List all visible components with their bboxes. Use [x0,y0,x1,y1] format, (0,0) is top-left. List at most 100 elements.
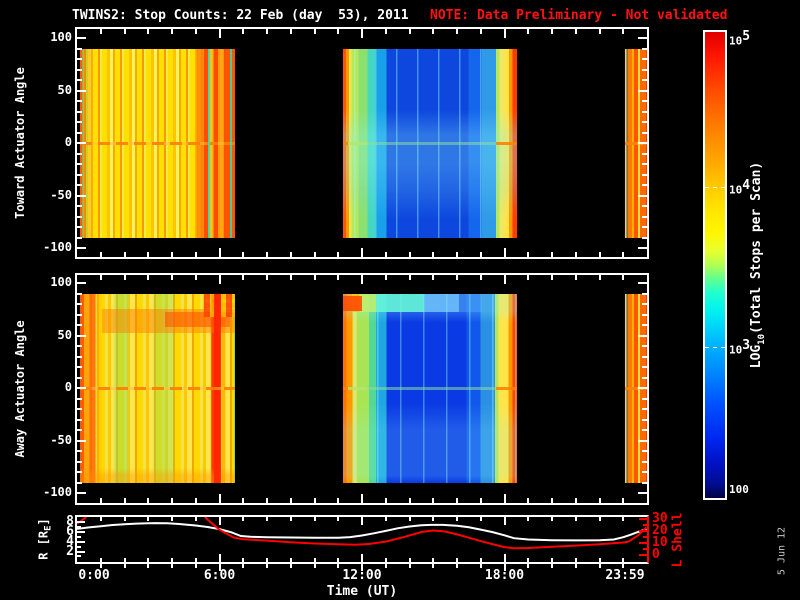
axis-tick [503,554,506,562]
axis-tick [638,282,647,284]
axis-tick [242,252,245,257]
axis-tick [551,29,553,34]
axis-tick [77,460,82,463]
axis-tick [638,492,647,494]
heatmap-segment [343,293,518,483]
axis-tick [337,517,340,521]
axis-tick [642,131,647,134]
axis-tick [642,215,647,218]
axis-tick [77,110,82,113]
axis-tick [266,564,268,568]
axis-tick [638,142,647,144]
y-tick-label: 0 [64,380,72,394]
heatmap-segment [80,48,235,238]
axis-tick [456,498,458,503]
axis-tick [503,248,506,257]
axis-tick [642,397,647,400]
axis-tick [194,252,197,257]
heatmap-feature-vline [207,48,210,238]
axis-tick [313,558,316,562]
axis-tick [77,100,82,102]
x-axis-label: Time (UT) [326,584,398,599]
axis-tick [289,275,292,280]
axis-tick [77,450,82,452]
axis-tick [77,313,82,316]
axis-tick [77,376,82,379]
axis-tick [77,530,85,533]
axis-tick [99,252,102,257]
page-title: TWINS2: Stop Counts: 22 Feb (day 53), 20… [72,8,409,23]
y-tick-label: 50 [57,82,72,97]
colorbar-tick-label: 100 [729,483,749,496]
axis-tick [147,252,150,257]
heatmap-feature-hline [343,141,518,145]
colorbar-tick-line [705,187,725,189]
axis-tick [242,517,245,521]
axis-tick [171,558,173,562]
axis-tick [574,498,577,503]
heatmap-segment [343,48,518,238]
axis-tick [503,275,506,284]
axis-tick [527,252,530,257]
axis-tick [574,517,577,521]
axis-tick [642,79,647,81]
axis-tick [123,558,126,562]
axis-tick [77,334,86,337]
axis-tick [77,471,82,473]
axis-tick [503,494,506,503]
axis-tick [432,252,435,257]
axis-tick [642,184,647,186]
axis-tick [242,498,245,503]
toward-spectrogram-panel [77,29,647,257]
axis-tick [384,558,387,562]
x-tick-label: 12:00 [342,568,382,583]
axis-tick [527,558,530,562]
axis-tick [266,498,268,503]
axis-tick [361,494,363,503]
axis-tick [289,517,292,521]
axis-tick [171,252,173,257]
heatmap-feature-hline [80,141,235,145]
axis-tick [77,481,82,484]
preliminary-note: NOTE: Data Preliminary - Not validated [430,8,728,23]
axis-tick [77,37,86,39]
axis-tick [456,29,458,34]
axis-tick [313,29,316,34]
axis-tick [194,517,197,521]
axis-tick [574,564,577,568]
axis-tick [408,29,411,34]
axis-tick [638,37,647,39]
axis-tick [642,313,647,316]
axis-tick [77,355,82,358]
r-tick-label: 2 [66,543,74,559]
axis-tick [384,517,387,521]
axis-tick [551,517,553,521]
axis-tick [289,498,292,503]
axis-tick [574,275,577,280]
axis-tick [266,517,268,521]
axis-tick [337,498,340,503]
axis-tick [574,252,577,257]
axis-tick [289,252,292,257]
axis-tick [218,517,221,525]
axis-tick [337,558,340,562]
axis-tick [77,429,82,431]
axis-tick [77,58,82,60]
axis-tick [77,152,82,155]
axis-tick [147,558,150,562]
axis-tick [123,498,126,503]
axis-tick [503,29,506,38]
axis-tick [622,498,625,503]
axis-tick [242,29,245,34]
axis-tick [642,47,647,50]
axis-tick [622,252,625,257]
axis-tick [77,345,82,347]
axis-tick [642,110,647,113]
axis-tick [218,494,221,503]
axis-tick [503,517,506,525]
axis-tick [642,226,647,228]
axis-tick [171,498,173,503]
axis-tick [642,460,647,463]
axis-tick [77,303,82,305]
axis-tick [642,292,647,295]
